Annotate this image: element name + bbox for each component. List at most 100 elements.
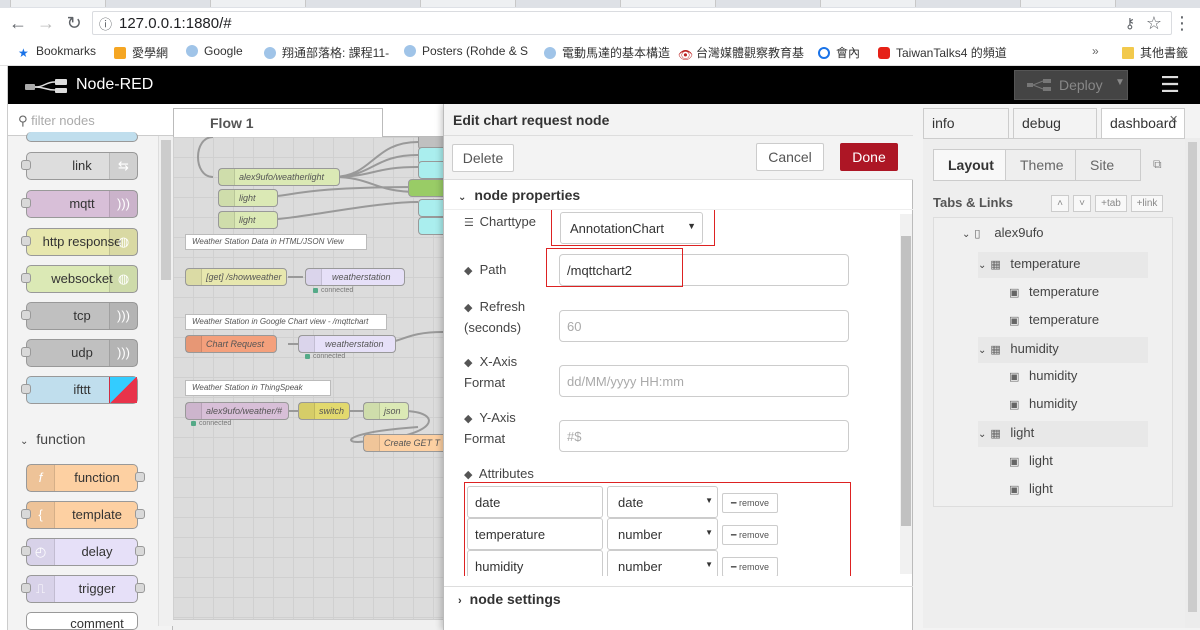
tree-group[interactable]: ⌄ ▦ temperature	[978, 252, 1148, 278]
palette-scrollbar[interactable]	[158, 136, 173, 626]
add-tab-button[interactable]: +tab	[1095, 195, 1127, 212]
bookmark-item[interactable]: ★ Bookmarks	[18, 44, 96, 60]
tab-site[interactable]: Site	[1075, 149, 1141, 181]
key-icon[interactable]: ⚷	[1118, 11, 1142, 35]
browser-tab[interactable]	[1020, 0, 1116, 7]
browser-tab[interactable]	[420, 0, 516, 7]
form-scrollbar[interactable]	[900, 214, 912, 574]
tree-widget[interactable]: ▣ humidity	[1009, 368, 1077, 394]
palette-node-link[interactable]: link ⇆	[26, 152, 138, 180]
bookmark-item[interactable]: TaiwanTalks4 的頻道	[878, 44, 1007, 61]
palette-node-udp[interactable]: udp)))	[26, 339, 138, 367]
bookmark-item[interactable]: 👁 台灣媒體觀察教育基	[678, 44, 804, 62]
forward-icon[interactable]: →	[34, 11, 58, 35]
palette-node-websocket[interactable]: websocket ◍	[26, 265, 138, 293]
flow-node[interactable]	[418, 199, 443, 217]
tree-group[interactable]: ⌄ ▦ humidity	[978, 337, 1148, 363]
menu-dots-icon[interactable]: ⋮	[1170, 11, 1194, 35]
star-icon[interactable]: ☆	[1142, 11, 1166, 35]
bookmark-item[interactable]: 愛學網	[114, 44, 168, 61]
sidebar-scrollbar[interactable]	[1185, 138, 1200, 628]
palette-node-comment[interactable]: comment	[26, 612, 138, 630]
tree-widget[interactable]: ▣ light	[1009, 481, 1053, 507]
close-icon[interactable]: ✕	[1169, 113, 1178, 126]
deploy-button[interactable]: Deploy ▼	[1014, 70, 1128, 100]
xaxis-format-input[interactable]: dd/MM/yyyy HH:mm	[559, 365, 849, 397]
form-scroll-thumb[interactable]	[901, 236, 911, 526]
bookmarks-overflow-icon[interactable]: »	[1092, 44, 1099, 58]
bookmark-item[interactable]: Posters (Rohde & S	[404, 44, 528, 58]
cancel-button[interactable]: Cancel	[756, 143, 824, 171]
tab-info[interactable]: info	[923, 108, 1009, 138]
collapse-up-icon[interactable]: ˄	[1051, 195, 1069, 212]
label-text: Attributes	[478, 466, 534, 481]
palette-node-function[interactable]: f function	[26, 464, 138, 492]
tab-layout[interactable]: Layout	[933, 149, 1009, 181]
palette-node-ifttt[interactable]: ifttt	[26, 376, 138, 404]
palette-node-http-response[interactable]: http response ◍	[26, 228, 138, 256]
workspace-hscrollbar[interactable]	[173, 619, 443, 630]
external-link-icon[interactable]: ⧉	[1153, 157, 1162, 172]
flow-node-weatherstation[interactable]: weatherstation	[298, 335, 396, 353]
bookmark-item[interactable]: Google	[186, 44, 243, 58]
tree-group[interactable]: ⌄ ▦ light	[978, 421, 1148, 447]
tree-widget[interactable]: ▣ humidity	[1009, 396, 1077, 422]
tab-theme[interactable]: Theme	[1005, 149, 1079, 181]
info-icon[interactable]: ⓘ	[99, 14, 112, 33]
yaxis-format-input[interactable]: #$	[559, 420, 849, 452]
flow-comment[interactable]: Weather Station in Google Chart view - /…	[185, 314, 387, 330]
expand-down-icon[interactable]: ˅	[1073, 195, 1091, 212]
flow-node-mqtt-in[interactable]: alex9ufo/weatherlight	[218, 168, 340, 186]
palette-node-trigger[interactable]: ⎍ trigger	[26, 575, 138, 603]
tab-flow-1[interactable]: Flow 1	[173, 108, 383, 138]
flow-node-light[interactable]: light	[218, 189, 278, 207]
flow-node[interactable]	[418, 161, 443, 179]
palette-category-function[interactable]: ⌄ function	[8, 424, 158, 454]
add-link-button[interactable]: +link	[1131, 195, 1163, 212]
tree-widget[interactable]: ▣ light	[1009, 453, 1053, 479]
flow-node-weatherstation[interactable]: weatherstation	[305, 268, 405, 286]
tree-widget[interactable]: ▣ temperature	[1009, 312, 1099, 338]
bookmark-item[interactable]: 電動馬達的基本構造	[544, 44, 670, 61]
palette-scroll-thumb[interactable]	[161, 140, 171, 280]
flow-node[interactable]	[418, 217, 443, 235]
flow-node-switch[interactable]: switch	[298, 402, 350, 420]
palette-node-tcp[interactable]: tcp)))	[26, 302, 138, 330]
back-icon[interactable]: ←	[6, 11, 30, 35]
palette-node-partial[interactable]	[26, 132, 138, 142]
browser-tab[interactable]	[620, 0, 716, 7]
bookmark-item[interactable]: 翔通部落格: 課程11-	[264, 44, 389, 61]
url-field[interactable]: ⓘ 127.0.0.1:1880/#	[92, 11, 1172, 35]
palette-node-template[interactable]: {template	[26, 501, 138, 529]
sidebar-separator[interactable]	[913, 104, 923, 630]
flow-node-http-in[interactable]: [get] /showweather	[185, 268, 287, 286]
flow-node-chart-request[interactable]: Chart Request	[185, 335, 277, 353]
reload-icon[interactable]: ↻	[62, 11, 86, 35]
flow-comment[interactable]: Weather Station in ThingSpeak	[185, 380, 331, 396]
browser-tab[interactable]	[10, 0, 106, 7]
flow-node-mqtt-in[interactable]: alex9ufo/weather/#	[185, 402, 289, 420]
other-bookmarks[interactable]: 其他書籤	[1122, 44, 1188, 61]
tab-debug[interactable]: debug	[1013, 108, 1097, 138]
sidebar-scroll-thumb[interactable]	[1188, 142, 1197, 612]
flow-node-function[interactable]: Create GET T	[363, 434, 443, 452]
deploy-dropdown-icon[interactable]: ▼	[1115, 77, 1125, 88]
flow-node[interactable]	[408, 179, 443, 197]
tree-widget[interactable]: ▣ temperature	[1009, 284, 1099, 310]
palette-node-mqtt[interactable]: mqtt)))	[26, 190, 138, 218]
flow-node-light[interactable]: light	[218, 211, 278, 229]
refresh-input[interactable]: 60	[559, 310, 849, 342]
section-node-properties[interactable]: ⌄ node properties	[444, 180, 914, 210]
flow-comment[interactable]: Weather Station Data in HTML/JSON View	[185, 234, 367, 250]
section-node-settings[interactable]: › node settings	[444, 586, 914, 616]
browser-tab[interactable]	[820, 0, 916, 7]
browser-tab[interactable]	[210, 0, 306, 7]
flow-node-json[interactable]: json	[363, 402, 409, 420]
delete-button[interactable]: Delete	[452, 144, 514, 172]
main-menu-icon[interactable]: ☰	[1158, 74, 1182, 96]
tree-tab[interactable]: ⌄ ▯ alex9ufo	[962, 225, 1044, 251]
done-button[interactable]: Done	[840, 143, 898, 171]
flow-canvas[interactable]: alex9ufo/weatherlight light light Weathe…	[173, 137, 443, 619]
palette-node-delay[interactable]: ◴ delay	[26, 538, 138, 566]
bookmark-item[interactable]: 會內	[818, 44, 860, 61]
